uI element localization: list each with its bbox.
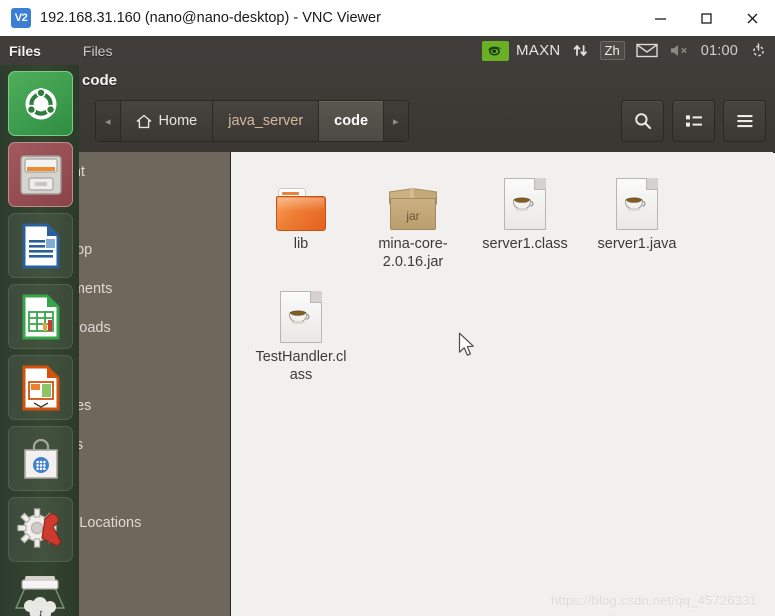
- jar-archive-icon: jar: [389, 188, 437, 230]
- file-label: server1.java: [597, 236, 677, 252]
- file-icon-wrap: [280, 277, 322, 343]
- software-bag-icon: [23, 438, 58, 479]
- file-icon-wrap: jar: [389, 164, 437, 230]
- file-icon-view[interactable]: lib jar mina-core-2.0.16.jar server1.cla…: [230, 152, 773, 616]
- unity-top-panel: Files Files MAXN Zh 01:00: [0, 36, 775, 65]
- mail-envelope-icon[interactable]: [636, 43, 658, 58]
- launcher-item-libreoffice-impress[interactable]: [8, 355, 73, 420]
- launcher-item-ubuntu-dash[interactable]: [8, 71, 73, 136]
- input-method-indicator[interactable]: Zh: [599, 41, 625, 60]
- file-item[interactable]: jar mina-core-2.0.16.jar: [357, 164, 469, 271]
- mouse-cursor: [458, 332, 474, 356]
- java-file-icon: [280, 291, 322, 343]
- launcher-item-libreoffice-writer[interactable]: [8, 213, 73, 278]
- file-item[interactable]: lib: [245, 164, 357, 271]
- vnc-window-titlebar: V2 192.168.31.160 (nano@nano-desktop) - …: [0, 0, 775, 37]
- libreoffice-calc-icon: [22, 294, 59, 339]
- java-file-icon: [616, 178, 658, 230]
- main-menu-button[interactable]: [723, 100, 766, 142]
- home-icon: [136, 114, 152, 129]
- nautilus-file-manager-window: code ◂ Home java_server code ▸ Other Loc…: [0, 65, 775, 616]
- vnc-window-controls: [637, 0, 775, 36]
- libreoffice-impress-icon: [22, 365, 59, 410]
- panel-app-name[interactable]: Files: [9, 43, 41, 59]
- launcher-item-trash[interactable]: [8, 568, 71, 616]
- breadcrumb-item-home[interactable]: Home: [120, 101, 214, 141]
- pathbar-back-button[interactable]: ◂: [96, 101, 121, 141]
- file-item[interactable]: server1.java: [581, 164, 693, 271]
- breadcrumb-item-java-server[interactable]: java_server: [213, 101, 320, 141]
- launcher-item-libreoffice-calc[interactable]: [8, 284, 73, 349]
- view-toggle-button[interactable]: [672, 100, 715, 142]
- file-label: mina-core-2.0.16.jar: [378, 236, 448, 270]
- launcher-item-files[interactable]: [8, 142, 73, 207]
- file-item[interactable]: server1.class: [469, 164, 581, 271]
- clock-indicator[interactable]: 01:00: [701, 43, 738, 59]
- search-button[interactable]: [621, 100, 664, 142]
- pathbar-forward-button[interactable]: ▸: [384, 101, 408, 141]
- page-title: code: [82, 72, 118, 89]
- volume-muted-icon[interactable]: [669, 43, 690, 58]
- file-icon-wrap: [504, 164, 546, 230]
- folder-icon: [276, 188, 326, 231]
- network-updown-icon[interactable]: [572, 42, 589, 59]
- system-settings-icon: [16, 507, 62, 548]
- launcher-item-ubuntu-software[interactable]: [8, 426, 73, 491]
- list-view-icon: [684, 113, 704, 129]
- gpu-indicator[interactable]: MAXN: [481, 40, 561, 61]
- breadcrumb-label-home: Home: [158, 113, 198, 129]
- vnc-window-title: 192.168.31.160 (nano@nano-desktop) - VNC…: [40, 10, 381, 26]
- session-power-icon[interactable]: [749, 41, 768, 60]
- minimize-button[interactable]: [637, 0, 683, 36]
- breadcrumb: ◂ Home java_server code ▸: [95, 100, 409, 142]
- panel-window-menu[interactable]: Files: [83, 43, 113, 59]
- file-label: TestHandler.class: [255, 349, 347, 383]
- nautilus-header-bar: code ◂ Home java_server code ▸: [0, 65, 775, 153]
- file-cabinet-icon: [19, 154, 62, 195]
- trash-icon: [14, 575, 65, 616]
- hamburger-menu-icon: [735, 113, 755, 129]
- file-item[interactable]: TestHandler.class: [245, 277, 357, 384]
- java-file-icon: [504, 178, 546, 230]
- libreoffice-writer-icon: [22, 223, 59, 268]
- maximize-button[interactable]: [683, 0, 729, 36]
- header-toolbar: [621, 100, 766, 142]
- screenshot-root: V2 192.168.31.160 (nano@nano-desktop) - …: [0, 0, 775, 616]
- search-icon: [633, 111, 653, 131]
- nvidia-logo-icon: [481, 40, 509, 61]
- panel-indicators: MAXN Zh 01:00: [481, 40, 775, 61]
- vnc-logo-icon: V2: [11, 8, 31, 28]
- ubuntu-logo-icon: [25, 87, 56, 119]
- breadcrumb-item-code[interactable]: code: [319, 101, 385, 141]
- close-button[interactable]: [729, 0, 775, 36]
- file-grid: lib jar mina-core-2.0.16.jar server1.cla…: [245, 164, 765, 390]
- file-label: server1.class: [482, 236, 568, 252]
- file-label: lib: [293, 236, 309, 252]
- unity-launcher: [0, 65, 79, 616]
- file-icon-wrap: [616, 164, 658, 230]
- watermark-text: https://blog.csdn.net/qq_45726331: [550, 593, 757, 608]
- file-icon-wrap: [276, 164, 326, 231]
- gpu-power-mode-label: MAXN: [515, 42, 561, 59]
- launcher-item-system-settings[interactable]: [8, 497, 73, 562]
